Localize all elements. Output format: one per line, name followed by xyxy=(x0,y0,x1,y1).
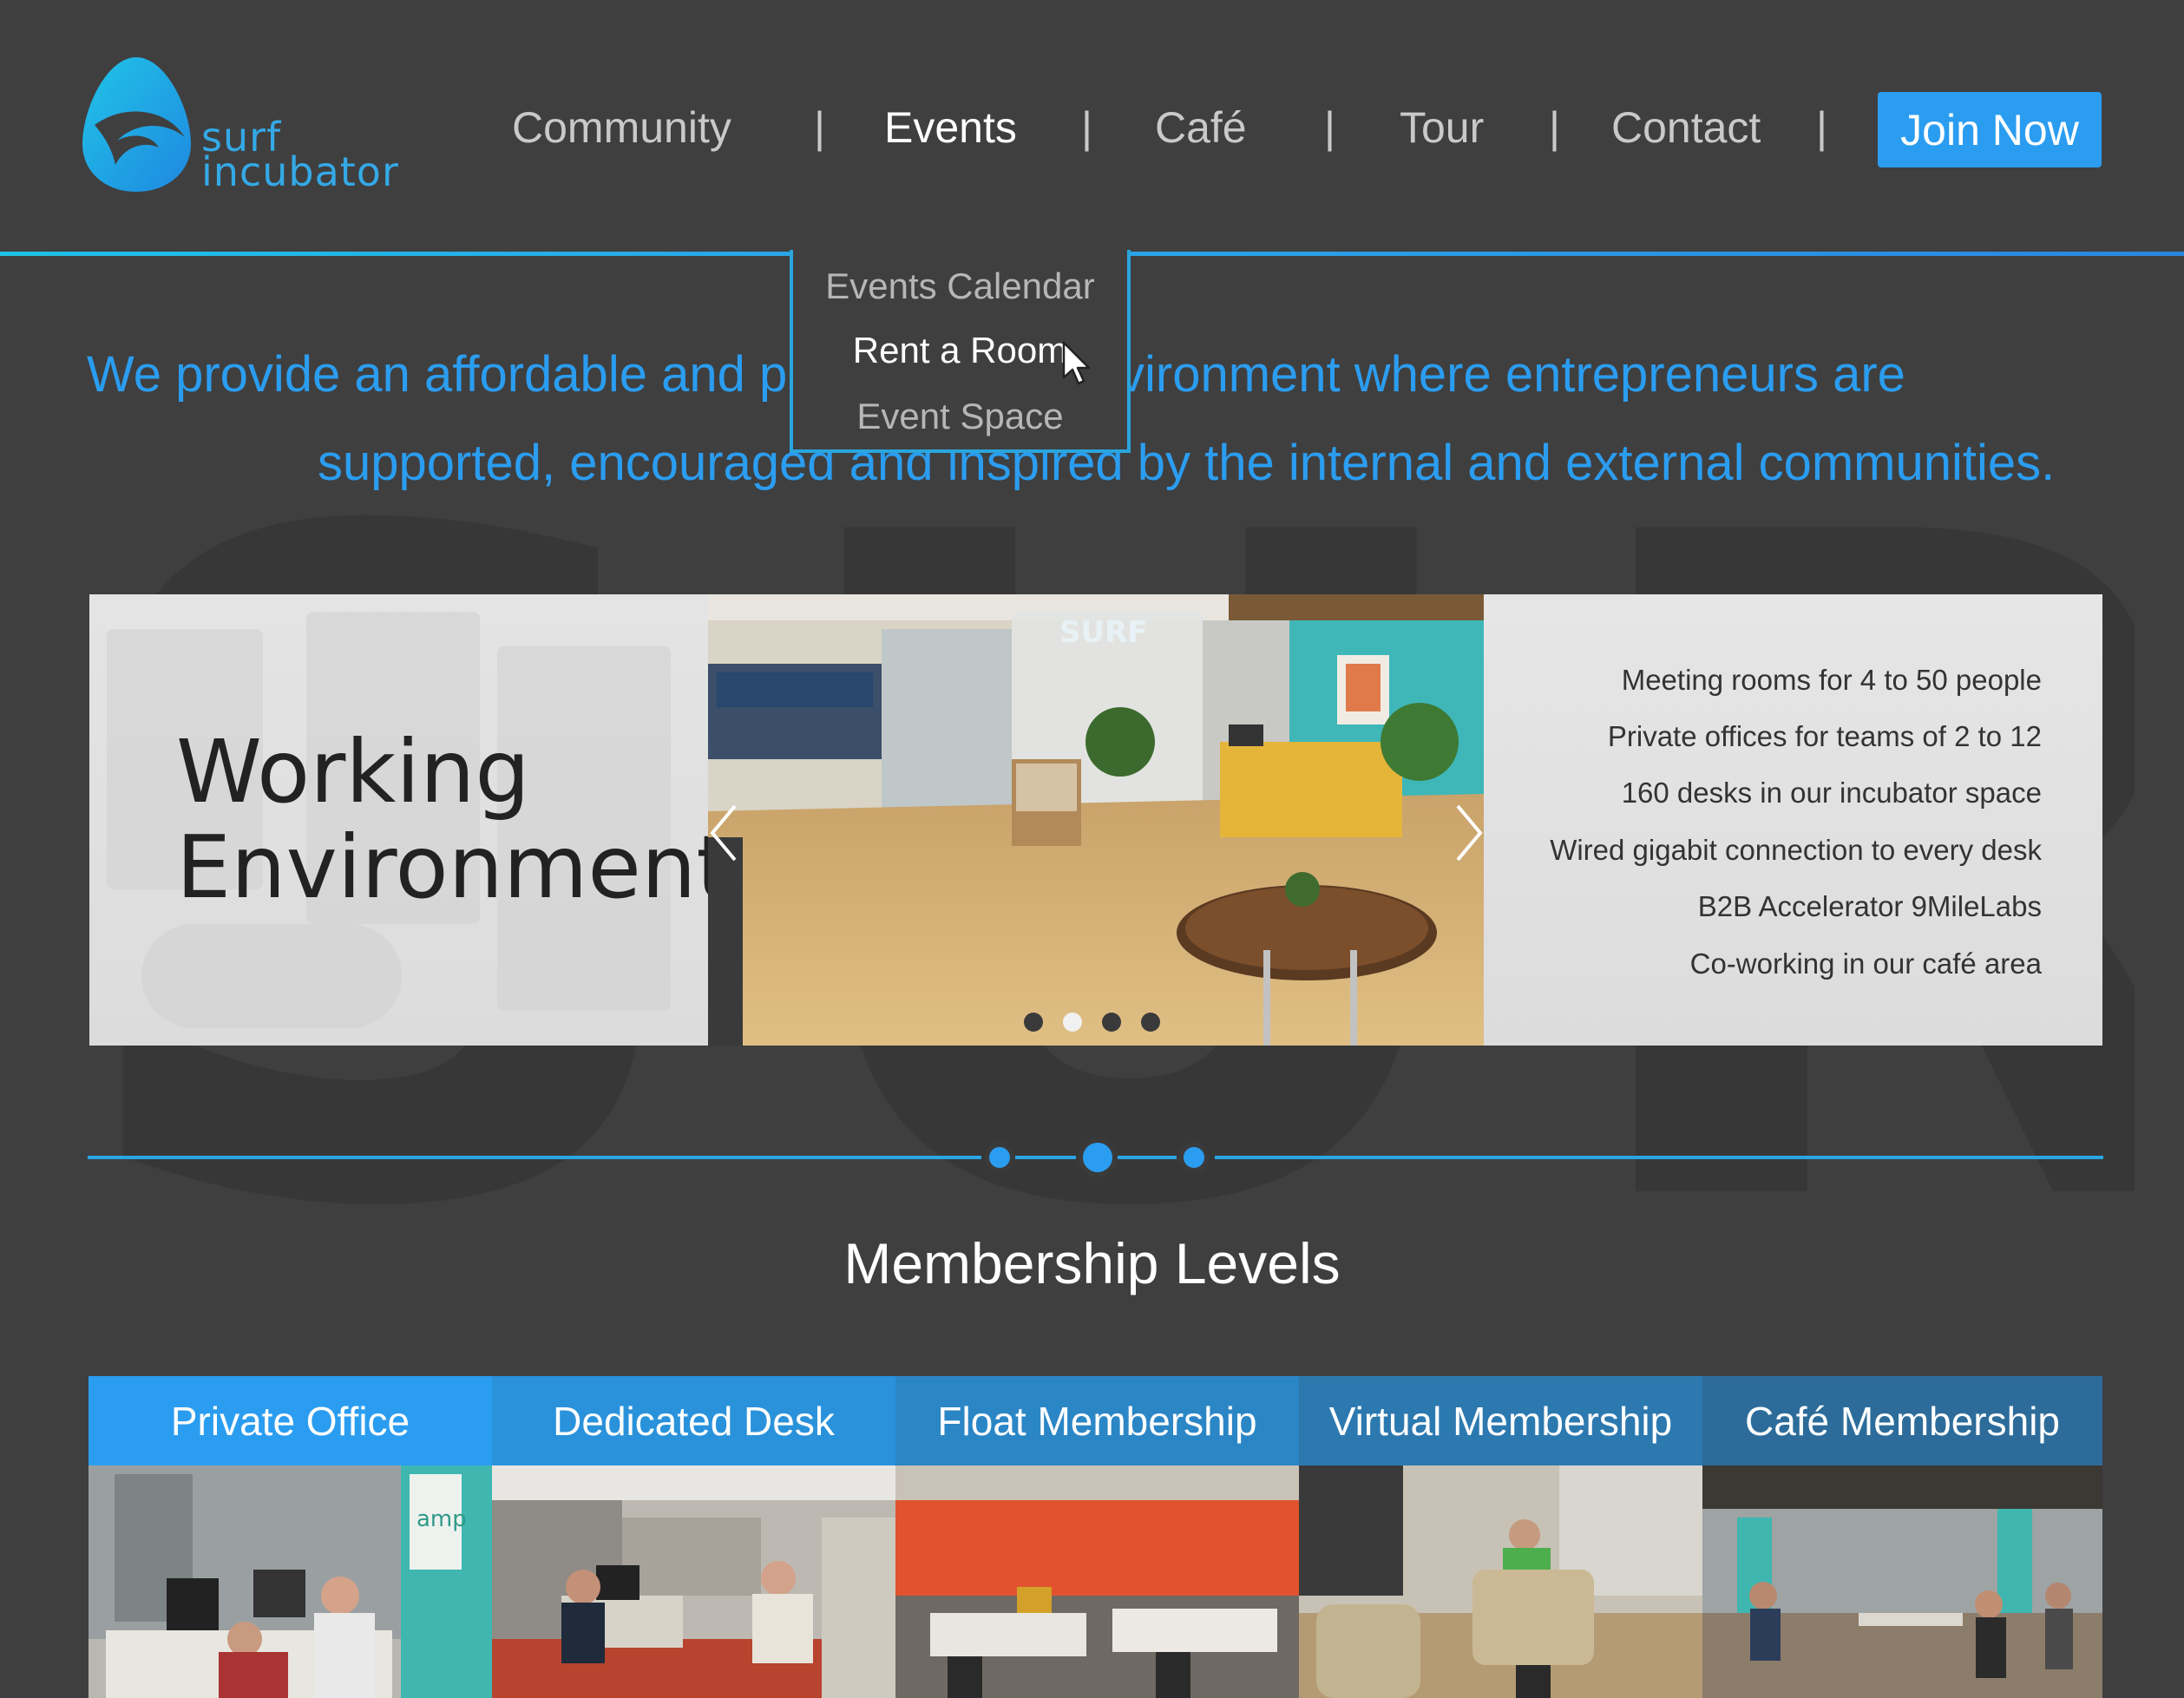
brand-name[interactable]: surf incubator xyxy=(201,117,399,195)
feature-item: Wired gigabit connection to every desk xyxy=(1550,834,2042,866)
divider-connector xyxy=(1118,1156,1177,1159)
divider-dot-center xyxy=(1083,1143,1112,1172)
feature-item: Private offices for teams of 2 to 12 xyxy=(1607,720,2042,752)
carousel-next-arrow-icon[interactable] xyxy=(1451,803,1486,863)
divider-connector xyxy=(1015,1156,1076,1159)
tab-virtual-membership[interactable]: Virtual Membership xyxy=(1299,1376,1702,1465)
dropdown-event-space[interactable]: Event Space xyxy=(793,396,1127,437)
feature-item: Meeting rooms for 4 to 50 people xyxy=(1621,664,2042,696)
carousel-title-line-2: Environment xyxy=(176,816,708,918)
cafe-membership-photo[interactable] xyxy=(1702,1465,2102,1698)
join-now-button[interactable]: Join Now xyxy=(1878,92,2102,167)
carousel-dot-4[interactable] xyxy=(1141,1013,1160,1032)
nav-separator: | xyxy=(1549,103,1560,152)
header-divider xyxy=(0,252,792,256)
private-office-photo[interactable]: amp xyxy=(89,1465,492,1698)
carousel-title: Working Environment xyxy=(176,724,708,915)
virtual-membership-photo[interactable] xyxy=(1299,1465,1702,1698)
divider-dot xyxy=(1184,1147,1204,1168)
nav-contact[interactable]: Contact xyxy=(1611,102,1761,153)
feature-item: 160 desks in our incubator space xyxy=(1621,777,2042,809)
dedicated-desk-photo[interactable] xyxy=(492,1465,895,1698)
surf-logo-icon[interactable] xyxy=(82,57,191,192)
working-environment-panel: Working Environment xyxy=(89,594,708,1046)
mission-text-line-1b: vironment where entrepreneurs are xyxy=(1119,346,1905,403)
header-divider xyxy=(1123,252,2184,256)
brand-line-2: incubator xyxy=(201,148,399,195)
mouse-cursor-icon xyxy=(1062,341,1091,385)
nav-separator: | xyxy=(814,103,825,152)
features-panel: Meeting rooms for 4 to 50 people Private… xyxy=(1484,594,2102,1046)
mission-text-line-2: supported, encouraged and inspired by th… xyxy=(318,435,2056,491)
section-divider-left xyxy=(88,1156,981,1159)
mission-text-line-1a: We provide an affordable and p xyxy=(87,346,788,403)
nav-separator: | xyxy=(1081,103,1092,152)
feature-item: B2B Accelerator 9MileLabs xyxy=(1697,890,2042,922)
tab-cafe-membership[interactable]: Café Membership xyxy=(1702,1376,2102,1465)
nav-separator: | xyxy=(1324,103,1335,152)
nav-events[interactable]: Events xyxy=(884,102,1017,153)
carousel-dot-3[interactable] xyxy=(1102,1013,1121,1032)
photo-sign-text: SURF xyxy=(1059,615,1148,650)
nav-cafe[interactable]: Café xyxy=(1155,102,1247,153)
nav-tour[interactable]: Tour xyxy=(1400,102,1484,153)
carousel-prev-arrow-icon[interactable] xyxy=(707,803,742,863)
section-divider-right xyxy=(1215,1156,2103,1159)
carousel-office-photo: SURF xyxy=(708,594,1484,1046)
carousel-title-line-1: Working xyxy=(176,721,530,823)
tab-private-office[interactable]: Private Office xyxy=(89,1376,492,1465)
float-membership-photo[interactable] xyxy=(895,1465,1299,1698)
tab-dedicated-desk[interactable]: Dedicated Desk xyxy=(492,1376,895,1465)
nav-separator: | xyxy=(1816,103,1827,152)
dropdown-events-calendar[interactable]: Events Calendar xyxy=(793,266,1127,307)
divider-dot xyxy=(989,1147,1010,1168)
membership-title: Membership Levels xyxy=(843,1231,1341,1295)
feature-item: Co-working in our café area xyxy=(1689,947,2042,980)
carousel-dot-1[interactable] xyxy=(1024,1013,1043,1032)
office-photo-illustration: SURF xyxy=(708,594,1484,1046)
nav-community[interactable]: Community xyxy=(512,102,731,153)
carousel-dot-2[interactable] xyxy=(1063,1013,1082,1032)
photo-sign-text: amp xyxy=(416,1506,467,1532)
tab-float-membership[interactable]: Float Membership xyxy=(895,1376,1299,1465)
